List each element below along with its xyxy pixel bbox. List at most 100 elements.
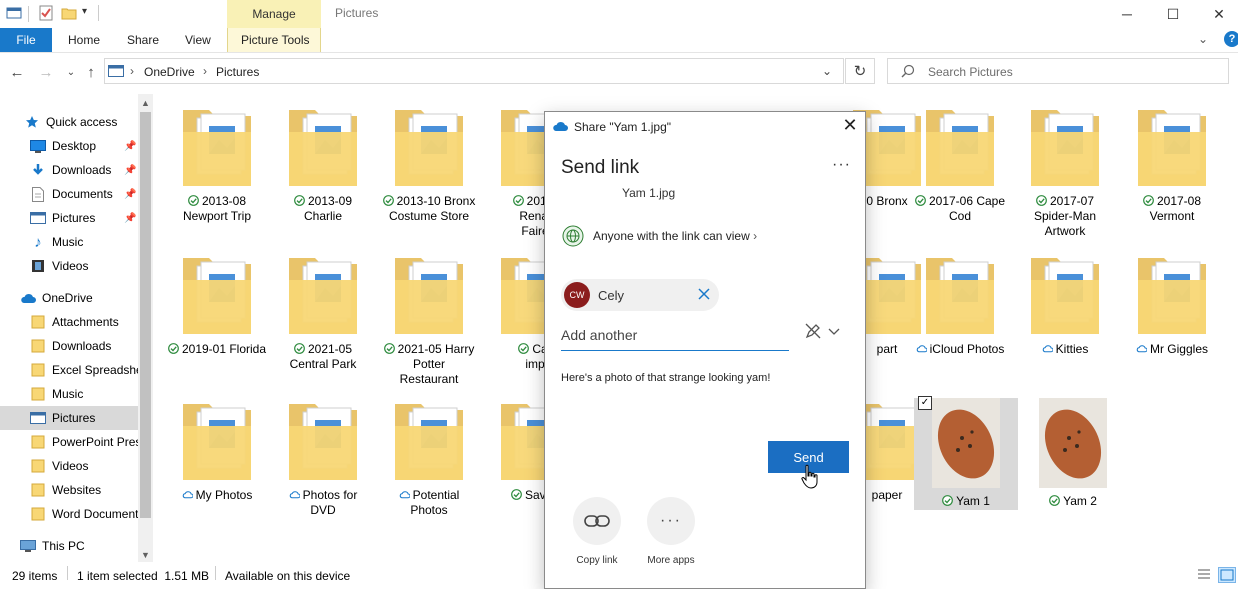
pin-icon[interactable]: 📌 xyxy=(124,213,136,224)
nav-scrollbar-thumb[interactable] xyxy=(140,112,151,518)
nav-downloads[interactable]: Downloads 📌 xyxy=(0,158,138,182)
file-tile[interactable]: 2013-10 Bronx Costume Store xyxy=(377,104,481,224)
nav-this-pc[interactable]: This PC xyxy=(0,534,138,558)
file-name-line: 2017-07 xyxy=(1049,194,1095,208)
more-options-icon[interactable]: ··· xyxy=(832,156,851,174)
help-icon[interactable]: ? xyxy=(1224,31,1238,47)
file-name-line: part xyxy=(876,342,898,356)
file-name-line: Kitties xyxy=(1055,342,1089,356)
file-tile[interactable]: 2017-07 Spider-Man Artwork xyxy=(1013,104,1117,239)
nav-label: Pictures xyxy=(52,411,96,425)
address-history-chevron-icon[interactable]: ⌄ xyxy=(822,64,832,78)
file-tile[interactable]: 2017-08 Vermont xyxy=(1120,104,1224,224)
nav-attachments[interactable]: Attachments xyxy=(0,310,138,334)
nav-downloads-onedrive[interactable]: Downloads xyxy=(0,334,138,358)
file-tile[interactable]: Mr Giggles xyxy=(1120,252,1224,357)
copy-link-button[interactable] xyxy=(573,497,621,545)
breadcrumb-onedrive[interactable]: OneDrive xyxy=(144,65,195,79)
file-tile[interactable]: 2017-06 Cape Cod xyxy=(908,104,1012,224)
nav-documents[interactable]: Documents 📌 xyxy=(0,182,138,206)
more-apps-label: More apps xyxy=(647,555,695,566)
nav-websites[interactable]: Websites xyxy=(0,478,138,502)
file-tile-selected[interactable]: ✓ Yam 1 xyxy=(914,396,1018,510)
refresh-button[interactable]: ↻ xyxy=(845,58,875,84)
file-tile[interactable]: 2021-05 Central Park xyxy=(271,252,375,372)
file-tile[interactable]: 2013-08 Newport Trip xyxy=(165,104,269,224)
nav-music[interactable]: ♪ Music xyxy=(0,230,138,254)
nav-quick-access[interactable]: Quick access xyxy=(0,110,162,134)
file-tile[interactable]: Yam 2 xyxy=(1021,398,1125,510)
nav-label: Music xyxy=(52,387,84,401)
file-tile[interactable]: 2019-01 Florida xyxy=(165,252,269,357)
pen-icon[interactable] xyxy=(804,322,822,340)
more-apps-button[interactable]: ··· xyxy=(647,497,695,545)
minimize-button[interactable]: ─ xyxy=(1104,0,1150,28)
details-view-icon[interactable] xyxy=(1196,567,1212,581)
file-name: 2019-01 Florida xyxy=(165,342,269,357)
pin-icon[interactable]: 📌 xyxy=(124,165,136,176)
nav-videos-onedrive[interactable]: Videos xyxy=(0,454,138,478)
remove-recipient-icon[interactable] xyxy=(696,286,712,302)
add-another-input[interactable]: Add another xyxy=(561,327,789,351)
nav-onedrive[interactable]: OneDrive xyxy=(0,286,138,310)
globe-icon[interactable] xyxy=(562,225,584,247)
expand-ribbon-chevron-icon[interactable]: ⌄ xyxy=(1198,32,1208,46)
large-icons-view-icon[interactable] xyxy=(1218,567,1236,583)
close-window-button[interactable]: ✕ xyxy=(1196,0,1238,28)
file-name-line: 2013-08 xyxy=(201,194,247,208)
nav-pictures-onedrive[interactable]: Pictures xyxy=(0,406,138,430)
breadcrumb-separator-icon[interactable]: › xyxy=(130,64,134,78)
address-bar[interactable] xyxy=(104,58,844,84)
document-icon xyxy=(30,186,46,202)
title-bar xyxy=(0,0,1238,28)
nav-word-documents[interactable]: Word Documents xyxy=(0,502,138,526)
new-folder-icon[interactable] xyxy=(61,5,77,21)
tab-home[interactable]: Home xyxy=(68,33,100,47)
hand-cursor-icon xyxy=(801,464,818,489)
back-arrow-icon[interactable]: ← xyxy=(7,62,27,82)
breadcrumb-separator-icon[interactable]: › xyxy=(203,64,207,78)
chevron-down-icon[interactable] xyxy=(828,326,840,336)
breadcrumb-pictures[interactable]: Pictures xyxy=(216,65,259,79)
pin-icon[interactable]: 📌 xyxy=(124,189,136,200)
scroll-up-arrow-icon[interactable]: ▲ xyxy=(138,95,153,110)
file-tile[interactable]: iCloud Photos xyxy=(908,252,1012,357)
nav-videos[interactable]: Videos xyxy=(0,254,138,278)
nav-pictures-quick[interactable]: Pictures 📌 xyxy=(0,206,138,230)
link-settings-button[interactable]: Anyone with the link can view › xyxy=(593,229,757,243)
scroll-down-arrow-icon[interactable]: ▼ xyxy=(138,547,153,562)
customize-qa-dropdown-icon[interactable]: ▾ xyxy=(82,6,87,17)
message-field[interactable]: Here's a photo of that strange looking y… xyxy=(561,372,770,384)
recent-locations-chevron-icon[interactable]: ⌄ xyxy=(61,62,81,82)
file-tile[interactable]: 2021-05 Harry Potter Restaurant xyxy=(377,252,481,387)
nav-excel-spreadsheets[interactable]: Excel Spreadsheets xyxy=(0,358,138,382)
maximize-button[interactable]: ☐ xyxy=(1150,0,1196,28)
nav-powerpoint[interactable]: PowerPoint Presentations xyxy=(0,430,138,454)
selection-checkbox[interactable]: ✓ xyxy=(918,396,932,410)
pictures-icon xyxy=(30,410,46,426)
file-tile[interactable]: 2013-09 Charlie xyxy=(271,104,375,224)
file-tile[interactable]: Photos for DVD xyxy=(271,398,375,518)
file-name-line: 2019-01 Florida xyxy=(181,342,267,356)
nav-desktop[interactable]: Desktop 📌 xyxy=(0,134,138,158)
search-input[interactable]: Search Pictures xyxy=(928,65,1013,79)
properties-icon[interactable] xyxy=(38,5,54,21)
file-tile[interactable]: Potential Photos xyxy=(377,398,481,518)
forward-arrow-icon[interactable]: → xyxy=(36,62,56,82)
nav-music-onedrive[interactable]: Music xyxy=(0,382,138,406)
file-tile[interactable]: My Photos xyxy=(165,398,269,503)
file-name: 2017-06 Cape Cod xyxy=(908,194,1012,224)
file-name-line: Restaurant xyxy=(399,372,459,386)
tab-picture-tools[interactable]: Picture Tools xyxy=(241,33,309,47)
close-icon[interactable]: ✕ xyxy=(842,116,858,134)
tab-view[interactable]: View xyxy=(185,33,211,47)
music-note-icon: ♪ xyxy=(34,233,42,251)
item-count: 29 items xyxy=(12,569,58,583)
file-tile[interactable]: Kitties xyxy=(1013,252,1117,357)
file-name-line: 2013-09 xyxy=(307,194,353,208)
up-arrow-icon[interactable]: ↑ xyxy=(81,62,101,82)
availability-status: Available on this device xyxy=(225,569,351,583)
pin-icon[interactable]: 📌 xyxy=(124,141,136,152)
tab-share[interactable]: Share xyxy=(127,33,159,47)
tab-file[interactable]: File xyxy=(0,28,52,52)
